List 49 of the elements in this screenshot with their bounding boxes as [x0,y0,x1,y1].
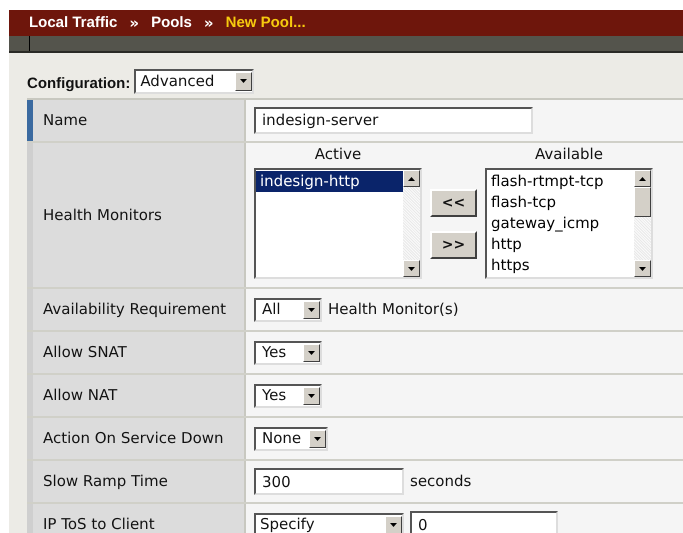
text-field[interactable]: 0 [410,511,558,533]
dropdown[interactable]: Yes [254,384,322,408]
row-label: Allow NAT [27,375,246,416]
list-item[interactable]: flash-tcp [487,192,634,213]
breadcrumb-separator: » [129,12,140,34]
dropdown[interactable]: None [254,426,328,450]
down-arrow-icon [308,394,315,398]
dropdown[interactable]: Specify [254,512,404,533]
configuration-label: Configuration: [27,74,130,94]
text-field[interactable]: indesign-server [254,106,533,134]
scrollbar[interactable] [403,170,420,277]
list-item[interactable]: flash-rtmpt-tcp [487,171,634,192]
dropdown[interactable]: Yes [254,340,322,364]
breadcrumb-link[interactable]: Pools [151,12,192,34]
list-item[interactable]: gateway_icmp [487,213,634,234]
list-title: Active [314,144,362,164]
row-label: Action On Service Down [27,418,246,459]
down-arrow-icon [639,266,646,270]
row-label: Allow SNAT [27,332,246,373]
list-box[interactable]: flash-rtmpt-tcp flash-tcp gateway_icmp http https [485,168,653,279]
list-item[interactable]: http [487,234,634,255]
row-label: Name [27,100,246,140]
list-title: Available [535,144,603,164]
down-arrow-icon [314,436,322,440]
down-arrow-icon [240,79,248,84]
down-arrow-icon [308,308,315,312]
move-button[interactable]: << [430,189,477,217]
breadcrumb-separator: » [204,12,214,34]
unit-label: Health Monitor(s) [328,299,459,320]
up-arrow-icon [639,176,646,180]
dropdown[interactable]: All [254,298,322,322]
unit-label: seconds [410,471,472,492]
text-field[interactable]: 300 [254,468,404,495]
breadcrumb-link[interactable]: New Pool... [226,12,306,34]
scrollbar[interactable] [634,170,651,277]
row-label: Health Monitors [27,142,246,287]
row-label: IP ToS to Client [27,504,246,533]
list-item[interactable]: https [487,255,634,276]
down-arrow-icon [308,350,315,354]
breadcrumb-link[interactable]: Local Traffic [29,12,118,34]
row-label: Slow Ramp Time [27,461,246,502]
move-button[interactable]: >> [430,231,477,259]
configuration-dropdown[interactable]: Advanced [134,68,254,94]
list-box[interactable]: indesign-http [254,168,422,279]
down-arrow-icon [390,522,397,526]
up-arrow-icon [408,176,415,180]
list-item[interactable]: indesign-http [256,171,403,192]
down-arrow-icon [408,266,415,270]
row-label: Availability Requirement [27,289,246,330]
